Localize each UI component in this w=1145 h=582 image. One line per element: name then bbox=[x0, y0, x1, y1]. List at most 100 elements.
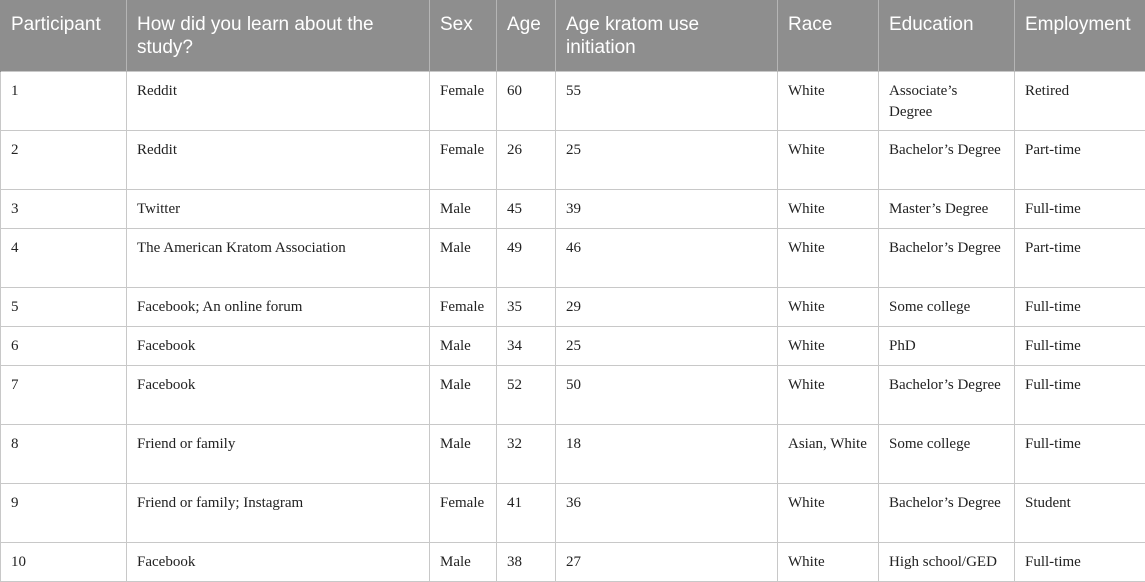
table-cell: PhD bbox=[879, 326, 1015, 365]
table-cell: Full-time bbox=[1015, 287, 1145, 326]
table-cell: Some college bbox=[879, 287, 1015, 326]
table-cell: Reddit bbox=[127, 130, 430, 189]
column-header: Employment bbox=[1015, 0, 1145, 71]
table-cell: 46 bbox=[556, 228, 778, 287]
table-cell: 39 bbox=[556, 189, 778, 228]
table-cell: Female bbox=[430, 71, 497, 130]
table-cell: Female bbox=[430, 483, 497, 542]
table-cell: White bbox=[778, 71, 879, 130]
table-row: 4 The American Kratom Association Male 4… bbox=[1, 228, 1145, 287]
table-cell: Facebook bbox=[127, 326, 430, 365]
table-cell: 8 bbox=[1, 424, 127, 483]
table-row: 1 Reddit Female 60 55 White Associate’s … bbox=[1, 71, 1145, 130]
table-cell: 27 bbox=[556, 542, 778, 581]
table-cell: White bbox=[778, 326, 879, 365]
table-cell: Asian, White bbox=[778, 424, 879, 483]
table-cell: Full-time bbox=[1015, 326, 1145, 365]
table-cell: 36 bbox=[556, 483, 778, 542]
table-cell: Facebook; An online forum bbox=[127, 287, 430, 326]
table-cell: 25 bbox=[556, 326, 778, 365]
table-cell: 7 bbox=[1, 365, 127, 424]
table-cell: Male bbox=[430, 228, 497, 287]
table-cell: 29 bbox=[556, 287, 778, 326]
table-cell: 55 bbox=[556, 71, 778, 130]
table-cell: Bachelor’s Degree bbox=[879, 228, 1015, 287]
table-cell: 52 bbox=[497, 365, 556, 424]
table-row: 3 Twitter Male 45 39 White Master’s Degr… bbox=[1, 189, 1145, 228]
table-cell: Male bbox=[430, 365, 497, 424]
table-cell: Male bbox=[430, 424, 497, 483]
table-row: 5 Facebook; An online forum Female 35 29… bbox=[1, 287, 1145, 326]
column-header: Age bbox=[497, 0, 556, 71]
table-header-row: Participant How did you learn about the … bbox=[1, 0, 1145, 71]
table-row: 9 Friend or family; Instagram Female 41 … bbox=[1, 483, 1145, 542]
table-cell: Retired bbox=[1015, 71, 1145, 130]
table-cell: 6 bbox=[1, 326, 127, 365]
table-cell: Facebook bbox=[127, 542, 430, 581]
table-row: 8 Friend or family Male 32 18 Asian, Whi… bbox=[1, 424, 1145, 483]
table-cell: White bbox=[778, 287, 879, 326]
column-header: Age kratom use initiation bbox=[556, 0, 778, 71]
table-cell: 26 bbox=[497, 130, 556, 189]
table-cell: 4 bbox=[1, 228, 127, 287]
table-cell: Full-time bbox=[1015, 365, 1145, 424]
column-header: How did you learn about the study? bbox=[127, 0, 430, 71]
column-header: Race bbox=[778, 0, 879, 71]
table-cell: Full-time bbox=[1015, 189, 1145, 228]
table-cell: Reddit bbox=[127, 71, 430, 130]
table-cell: 45 bbox=[497, 189, 556, 228]
table-cell: 10 bbox=[1, 542, 127, 581]
table-cell: Friend or family bbox=[127, 424, 430, 483]
table-cell: 32 bbox=[497, 424, 556, 483]
table-cell: Male bbox=[430, 326, 497, 365]
table-cell: Friend or family; Instagram bbox=[127, 483, 430, 542]
table-row: 10 Facebook Male 38 27 White High school… bbox=[1, 542, 1145, 581]
table-cell: 34 bbox=[497, 326, 556, 365]
table-cell: High school/GED bbox=[879, 542, 1015, 581]
table-cell: 25 bbox=[556, 130, 778, 189]
table-cell: White bbox=[778, 365, 879, 424]
table-cell: Master’s Degree bbox=[879, 189, 1015, 228]
table-cell: The American Kratom Association bbox=[127, 228, 430, 287]
table-cell: 9 bbox=[1, 483, 127, 542]
column-header: Sex bbox=[430, 0, 497, 71]
table-cell: 18 bbox=[556, 424, 778, 483]
table-cell: Bachelor’s Degree bbox=[879, 365, 1015, 424]
table-cell: Bachelor’s Degree bbox=[879, 130, 1015, 189]
table-cell: Female bbox=[430, 287, 497, 326]
table-cell: White bbox=[778, 542, 879, 581]
table-cell: 49 bbox=[497, 228, 556, 287]
table-cell: 1 bbox=[1, 71, 127, 130]
table-cell: 35 bbox=[497, 287, 556, 326]
column-header: Participant bbox=[1, 0, 127, 71]
table-row: 2 Reddit Female 26 25 White Bachelor’s D… bbox=[1, 130, 1145, 189]
table-cell: Twitter bbox=[127, 189, 430, 228]
column-header: Education bbox=[879, 0, 1015, 71]
table-cell: Male bbox=[430, 189, 497, 228]
participant-table: Participant How did you learn about the … bbox=[0, 0, 1145, 582]
table-cell: 50 bbox=[556, 365, 778, 424]
table-cell: Student bbox=[1015, 483, 1145, 542]
table-cell: 5 bbox=[1, 287, 127, 326]
table-cell: 2 bbox=[1, 130, 127, 189]
table-cell: 60 bbox=[497, 71, 556, 130]
table-cell: Part-time bbox=[1015, 130, 1145, 189]
table-cell: White bbox=[778, 228, 879, 287]
table-cell: Full-time bbox=[1015, 424, 1145, 483]
table-row: 6 Facebook Male 34 25 White PhD Full-tim… bbox=[1, 326, 1145, 365]
table-cell: Associate’s Degree bbox=[879, 71, 1015, 130]
table-cell: White bbox=[778, 130, 879, 189]
table-cell: Female bbox=[430, 130, 497, 189]
table-cell: Part-time bbox=[1015, 228, 1145, 287]
table-cell: Facebook bbox=[127, 365, 430, 424]
table-cell: White bbox=[778, 189, 879, 228]
table-cell: 38 bbox=[497, 542, 556, 581]
table-cell: Full-time bbox=[1015, 542, 1145, 581]
table-cell: White bbox=[778, 483, 879, 542]
table-cell: 41 bbox=[497, 483, 556, 542]
table-cell: Bachelor’s Degree bbox=[879, 483, 1015, 542]
table-cell: Some college bbox=[879, 424, 1015, 483]
table-row: 7 Facebook Male 52 50 White Bachelor’s D… bbox=[1, 365, 1145, 424]
table-cell: Male bbox=[430, 542, 497, 581]
table-cell: 3 bbox=[1, 189, 127, 228]
